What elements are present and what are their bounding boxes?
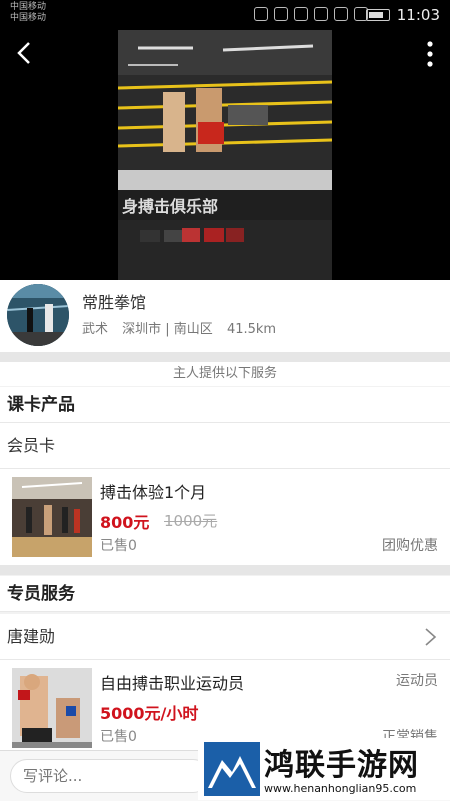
venue-distance: 41.5km	[226, 322, 277, 337]
carrier-2: 中国移动	[10, 13, 47, 23]
status-icons	[254, 7, 368, 21]
video-header[interactable]: 身搏击俱乐部	[0, 30, 450, 280]
back-arrow-icon[interactable]	[12, 40, 38, 66]
venue-name: 常胜拳馆	[82, 293, 147, 312]
product-price: 800元	[100, 513, 150, 532]
membership-card-row[interactable]: 会员卡	[0, 423, 450, 469]
watermark-url: www.henanhonglian95.com	[264, 782, 417, 795]
hd-icon	[294, 7, 308, 21]
venue-avatar[interactable]	[7, 284, 69, 346]
divider-band	[0, 565, 450, 575]
status-bar: 中国移动 中国移动 11:03	[0, 0, 450, 30]
product-item[interactable]: 搏击体验1个月 800元 1000元 已售0 团购优惠	[0, 469, 450, 566]
product-tag: 团购优惠	[382, 538, 438, 554]
wifi-icon	[314, 7, 328, 21]
service-price: 5000元/小时	[100, 704, 199, 723]
clock: 11:03	[396, 6, 440, 24]
watermark-title: 鸿联手游网	[264, 748, 419, 783]
chevron-right-icon[interactable]	[422, 628, 438, 646]
alarm-icon	[274, 7, 288, 21]
venue-location: 深圳市 | 南山区	[122, 322, 213, 337]
banner-text: 身搏击俱乐部	[122, 197, 218, 216]
training-photo-image	[12, 477, 92, 557]
watermark-logo-icon	[204, 742, 260, 796]
boxing-ring-image: 身搏击俱乐部	[118, 30, 332, 280]
comment-input[interactable]	[10, 759, 210, 793]
course-section-title: 课卡产品	[0, 387, 450, 423]
venue-category: 武术	[82, 322, 109, 337]
staff-row[interactable]: 唐建勋	[0, 614, 450, 660]
more-vertical-icon[interactable]	[424, 40, 436, 68]
product-sold-count: 已售0	[100, 538, 137, 554]
product-thumbnail	[12, 477, 92, 557]
bluetooth-icon	[254, 7, 268, 21]
signal-icon	[334, 7, 348, 21]
carrier-1: 中国移动	[10, 2, 47, 12]
service-sold-count: 已售0	[100, 729, 137, 745]
divider-band	[0, 352, 450, 362]
staff-name: 唐建勋	[7, 627, 56, 646]
watermark: 鸿联手游网 www.henanhonglian95.com	[198, 738, 450, 800]
staff-section-title: 专员服务	[0, 576, 450, 612]
product-original-price: 1000元	[164, 512, 218, 530]
service-name: 自由搏击职业运动员	[100, 674, 245, 693]
battery-icon	[366, 9, 390, 21]
venue-card[interactable]: 常胜拳馆 武术 深圳市 | 南山区 41.5km	[0, 280, 450, 352]
services-note: 主人提供以下服务	[0, 362, 450, 386]
product-name: 搏击体验1个月	[100, 483, 207, 502]
carrier-info: 中国移动 中国移动	[10, 2, 46, 24]
service-thumbnail	[12, 668, 92, 748]
venue-meta: 武术 深圳市 | 南山区 41.5km	[82, 318, 286, 337]
gym-photo-image	[7, 284, 69, 346]
service-role: 运动员	[396, 673, 438, 689]
video-frame[interactable]: 身搏击俱乐部	[118, 30, 332, 280]
fighter-photo-image	[12, 668, 92, 748]
